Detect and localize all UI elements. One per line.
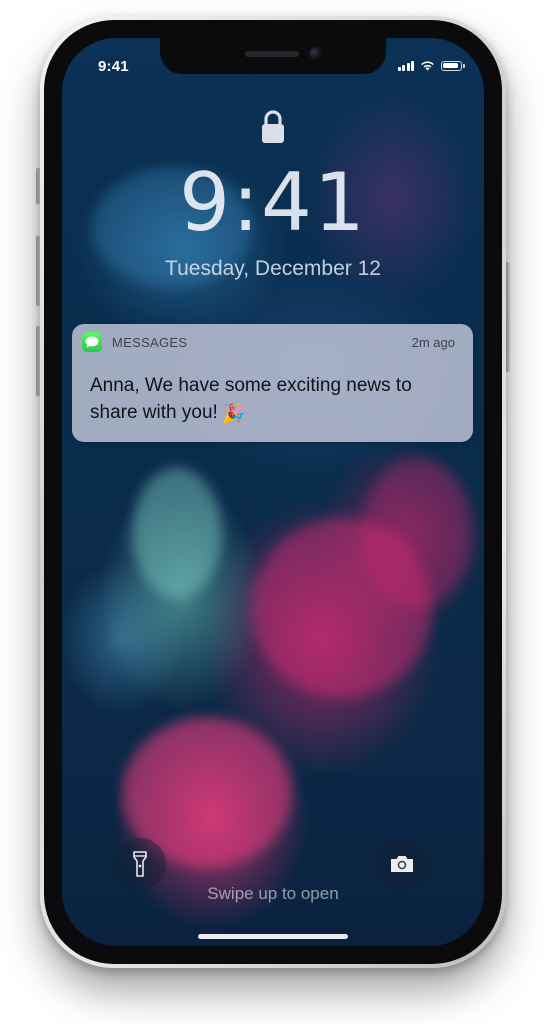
earpiece-speaker	[245, 51, 299, 57]
speech-bubble-icon	[85, 336, 99, 348]
lock-screen[interactable]: 9:41 9:41 Tuesday, December 12 MESSAGES …	[62, 38, 484, 946]
wifi-icon	[421, 61, 434, 71]
stage: 9:41 9:41 Tuesday, December 12 MESSAGES …	[0, 0, 544, 1024]
message-notification[interactable]: MESSAGES 2m ago Anna, We have some excit…	[72, 324, 473, 442]
signal-bars-icon	[397, 60, 414, 71]
camera-button[interactable]	[376, 838, 428, 890]
party-popper-emoji: 🎉	[221, 404, 246, 425]
wallpaper-smoke	[362, 458, 472, 608]
notification-body: Anna, We have some exciting news to shar…	[90, 372, 460, 428]
lock-screen-time: 9:41	[179, 156, 367, 249]
status-icons	[397, 60, 465, 71]
messages-app-icon	[82, 332, 102, 352]
notification-message: Anna, We have some exciting news to shar…	[90, 375, 412, 423]
notification-app-name: MESSAGES	[112, 335, 188, 350]
home-indicator[interactable]	[198, 934, 348, 939]
flashlight-icon	[133, 851, 147, 877]
flashlight-button[interactable]	[114, 838, 166, 890]
status-bar-time: 9:41	[98, 58, 129, 75]
swipe-up-hint: Swipe up to open	[207, 884, 339, 903]
wallpaper-smoke	[132, 468, 222, 598]
front-camera	[309, 47, 322, 60]
battery-level	[443, 62, 458, 69]
battery-icon	[441, 60, 465, 71]
lock-screen-date: Tuesday, December 12	[165, 257, 381, 280]
padlock-icon	[262, 110, 284, 143]
notification-time: 2m ago	[411, 335, 455, 350]
notch	[160, 38, 386, 74]
camera-icon	[391, 856, 413, 872]
